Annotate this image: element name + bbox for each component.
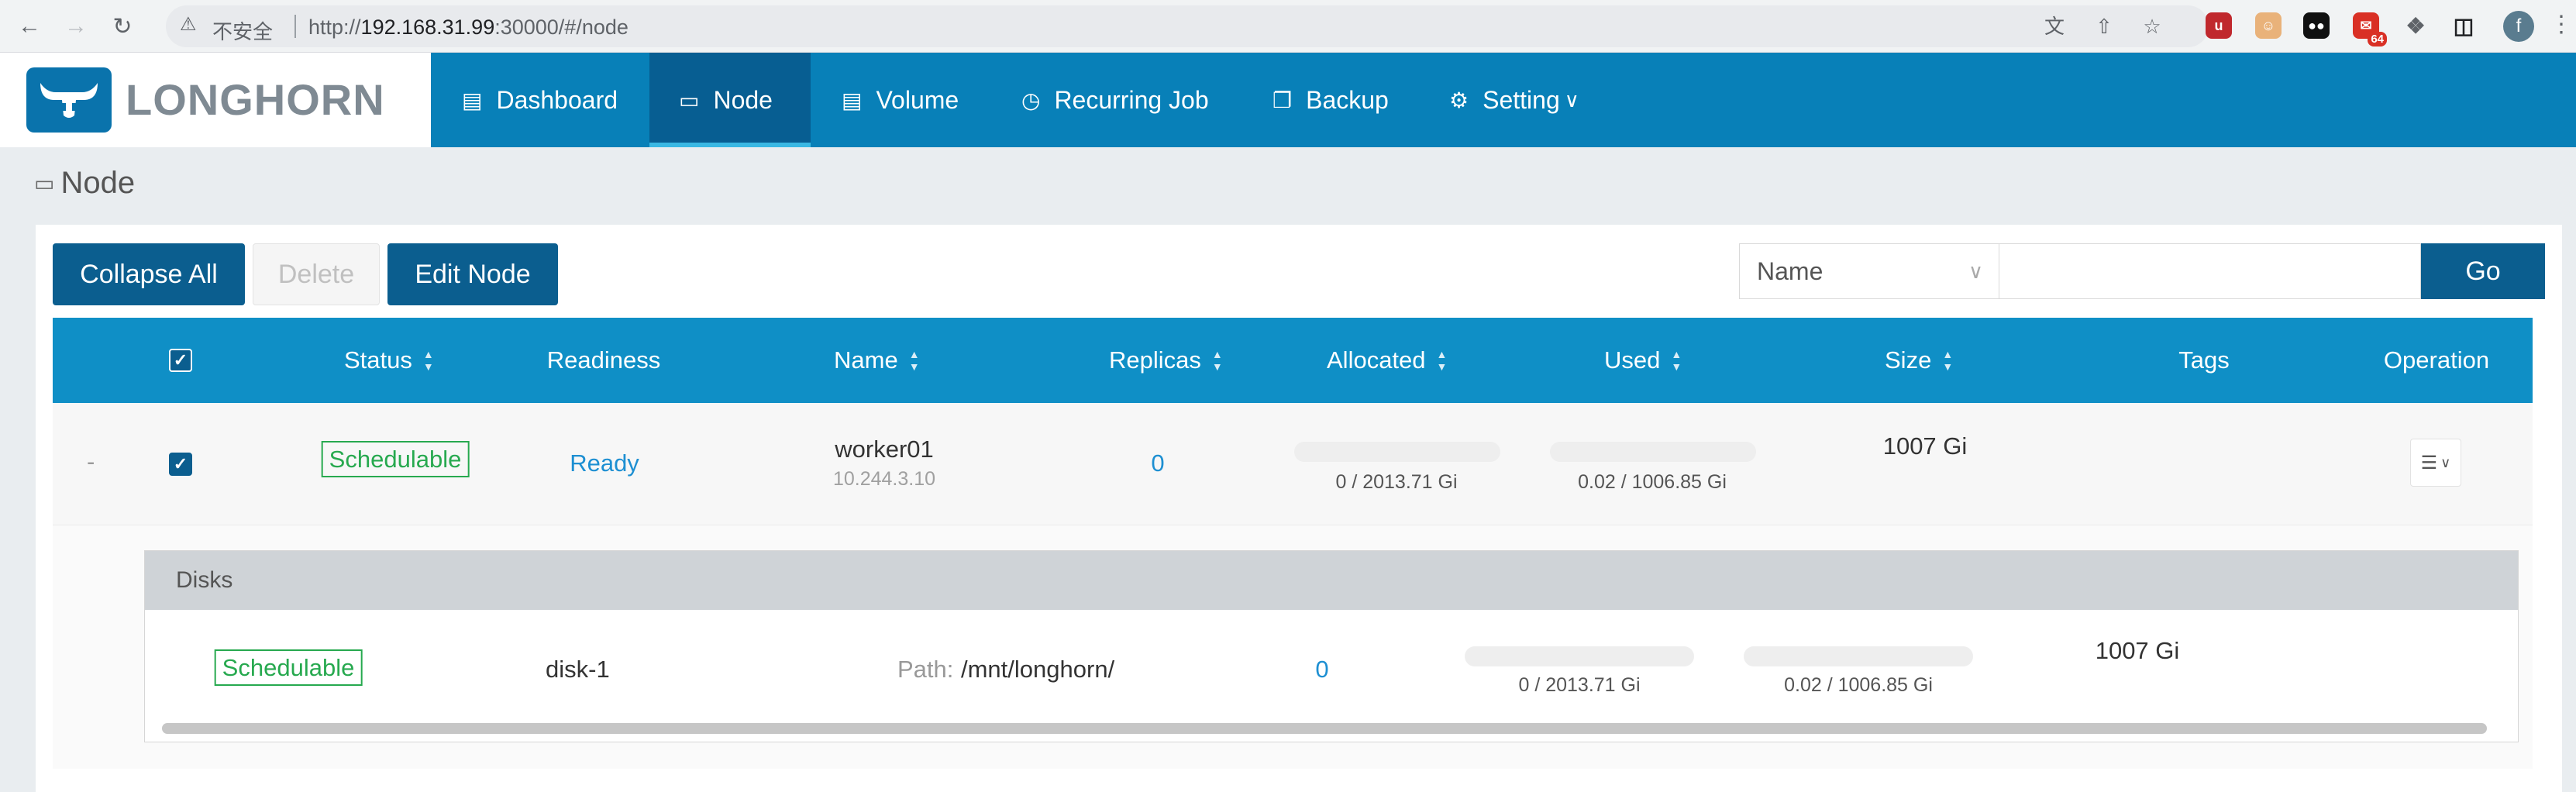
page-title: ▭ Node: [34, 166, 136, 200]
replicas-link[interactable]: 0: [1151, 449, 1164, 477]
warning-icon: ⚠: [180, 14, 197, 35]
disks-header: Disks: [145, 551, 2518, 610]
list-icon: ☰: [2420, 452, 2438, 473]
disk-used-value: 0.02 / 1006.85 Gi: [1784, 674, 1933, 696]
sort-icon[interactable]: ▲ ▼: [1437, 348, 1448, 373]
disk-path-label: Path:: [897, 656, 954, 683]
mask-extension-icon[interactable]: ●●: [2303, 12, 2330, 39]
app-header: LONGHORN ▤ Dashboard ▭ Node ▤ Volume ◷ R…: [0, 53, 2576, 147]
bookmark-star-icon[interactable]: ☆: [2140, 15, 2164, 38]
readiness-value: Ready: [570, 449, 639, 477]
mail-extension-icon[interactable]: ✉ 64: [2353, 12, 2387, 46]
longhorn-logo-icon: [26, 67, 112, 133]
disk-allocated-value: 0 / 2013.71 Gi: [1518, 674, 1641, 696]
operation-menu-button[interactable]: ☰ ∨: [2410, 439, 2461, 487]
browser-toolbar: ← → ↻ ⚠ 不安全 http://192.168.31.99:30000/#…: [0, 0, 2576, 53]
go-button[interactable]: Go: [2421, 243, 2545, 299]
disk-used-progress-bar: [1744, 646, 1973, 666]
nav-dashboard[interactable]: ▤ Dashboard: [462, 53, 632, 147]
face-extension-icon[interactable]: ☺: [2255, 12, 2282, 39]
share-icon[interactable]: ⇧: [2092, 15, 2116, 38]
row-checkbox[interactable]: ✓: [169, 453, 192, 476]
column-replicas[interactable]: Replicas ▲ ▼: [1109, 318, 1223, 403]
sort-icon[interactable]: ▲ ▼: [1671, 348, 1682, 373]
disk-allocated-progress-bar: [1465, 646, 1694, 666]
column-name[interactable]: Name ▲ ▼: [834, 318, 920, 403]
column-size[interactable]: Size ▲ ▼: [1885, 318, 1953, 403]
column-tags: Tags: [2178, 346, 2230, 374]
disk-size-value: 1007 Gi: [2095, 637, 2180, 664]
bar-chart-icon: ▤: [462, 88, 483, 112]
puzzle-extensions-icon[interactable]: ❖: [2402, 12, 2429, 39]
search-input[interactable]: [1999, 243, 2421, 299]
column-allocated[interactable]: Allocated ▲ ▼: [1327, 318, 1447, 403]
node-ip: 10.244.3.10: [832, 468, 936, 490]
size-value: 1007 Gi: [1882, 432, 1968, 460]
column-readiness: Readiness: [546, 346, 661, 374]
node-name[interactable]: worker01: [835, 436, 934, 463]
disk-replicas-link[interactable]: 0: [1315, 656, 1328, 684]
address-bar[interactable]: ⚠ 不安全 http://192.168.31.99:30000/#/node …: [166, 5, 2209, 47]
delete-button[interactable]: Delete: [253, 243, 380, 305]
chevron-down-icon: ∨: [1968, 260, 1983, 283]
laptop-icon: ▭: [34, 171, 55, 195]
search-field-select[interactable]: Name ∨: [1739, 243, 1999, 299]
nav-setting[interactable]: ⚙ Setting ∨: [1449, 53, 1627, 147]
brand-name: LONGHORN: [126, 75, 385, 124]
profile-avatar[interactable]: f: [2503, 11, 2534, 42]
nav-volume[interactable]: ▤ Volume: [842, 53, 997, 147]
back-icon[interactable]: ←: [14, 11, 45, 42]
disk-path: /mnt/longhorn/: [961, 656, 1115, 683]
sort-icon[interactable]: ▲ ▼: [423, 348, 434, 373]
database-icon: ▤: [842, 88, 863, 112]
table-header: ✓ Status ▲ ▼ Readiness Name ▲ ▼ Replicas ▲…: [53, 318, 2533, 403]
forward-icon[interactable]: →: [60, 11, 91, 42]
column-operation: Operation: [2383, 346, 2490, 374]
url-text[interactable]: http://192.168.31.99:30000/#/node: [308, 15, 629, 40]
edit-node-button[interactable]: Edit Node: [387, 243, 558, 305]
chevron-down-icon: ∨: [1564, 88, 1579, 112]
sort-icon[interactable]: ▲ ▼: [909, 348, 920, 373]
clock-icon: ◷: [1021, 88, 1041, 112]
select-all-checkbox[interactable]: ✓: [169, 349, 192, 372]
brand-area[interactable]: LONGHORN: [0, 53, 431, 147]
nav-backup[interactable]: ❐ Backup: [1273, 53, 1427, 147]
nav-recurring-job[interactable]: ◷ Recurring Job: [1021, 53, 1254, 147]
mail-badge: 64: [2368, 32, 2387, 46]
sidebar-panel-icon[interactable]: ◫: [2450, 12, 2477, 39]
nav-node[interactable]: ▭ Node: [649, 53, 811, 147]
chevron-down-icon: ∨: [2440, 454, 2451, 470]
address-separator: [294, 15, 296, 38]
used-progress-bar: [1550, 442, 1756, 462]
sort-icon[interactable]: ▲ ▼: [1212, 348, 1223, 373]
status-badge: Schedulable: [321, 441, 470, 477]
more-menu-icon[interactable]: ⋮: [2550, 11, 2573, 38]
disk-status-badge: Schedulable: [214, 649, 363, 686]
ublock-extension-icon[interactable]: u: [2206, 12, 2232, 39]
used-value: 0.02 / 1006.85 Gi: [1578, 471, 1727, 493]
reload-icon[interactable]: ↻: [107, 11, 138, 42]
horizontal-scrollbar[interactable]: [162, 723, 2487, 734]
laptop-icon: ▭: [679, 88, 700, 112]
translate-icon[interactable]: 文: [2043, 15, 2066, 38]
copy-icon: ❐: [1273, 88, 1293, 112]
column-status[interactable]: Status ▲ ▼: [344, 318, 434, 403]
collapse-all-button[interactable]: Collapse All: [53, 243, 245, 305]
allocated-value: 0 / 2013.71 Gi: [1335, 471, 1458, 493]
gear-icon: ⚙: [1449, 88, 1469, 112]
disk-name: disk-1: [546, 656, 610, 683]
expand-toggle[interactable]: -: [87, 448, 95, 476]
sort-icon[interactable]: ▲ ▼: [1942, 348, 1953, 373]
insecure-label: 不安全: [212, 20, 274, 43]
allocated-progress-bar: [1294, 442, 1500, 462]
column-used[interactable]: Used ▲ ▼: [1604, 318, 1682, 403]
